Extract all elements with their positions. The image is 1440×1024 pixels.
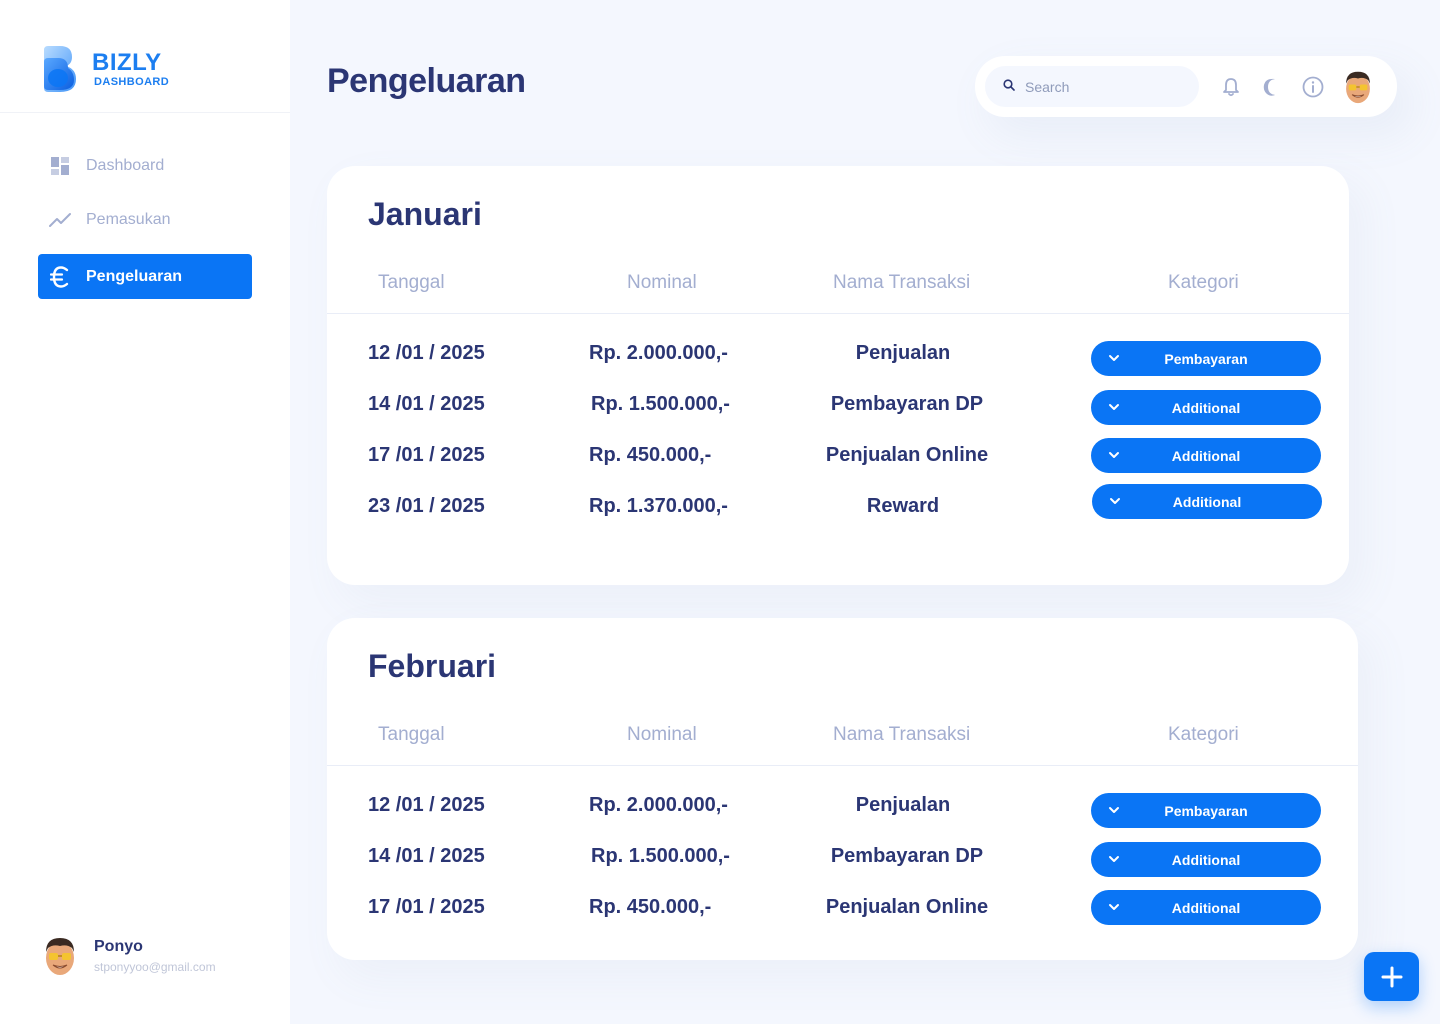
cell-nominal: Rp. 1.500.000,- bbox=[591, 845, 730, 867]
category-dropdown[interactable]: Additional bbox=[1091, 842, 1321, 877]
profile-email: stponyyoo@gmail.com bbox=[94, 960, 216, 974]
plus-icon bbox=[1381, 966, 1402, 987]
cell-date: 17 /01 / 2025 bbox=[368, 444, 485, 466]
search-bar[interactable] bbox=[985, 66, 1199, 107]
category-label: Additional bbox=[1171, 447, 1241, 464]
category-dropdown[interactable]: Additional bbox=[1091, 438, 1321, 473]
table-row: 14 /01 / 2025 Rp. 1.500.000,- Pembayaran… bbox=[327, 390, 1349, 433]
table-row: 14 /01 / 2025 Rp. 1.500.000,- Pembayaran… bbox=[327, 842, 1358, 885]
cell-nominal: Rp. 450.000,- bbox=[589, 896, 712, 918]
brand[interactable]: BIZLY DASHBOARD bbox=[40, 44, 169, 94]
table-row: 23 /01 / 2025 Rp. 1.370.000,- Reward Add… bbox=[327, 484, 1349, 535]
column-header-kategori: Kategori bbox=[1168, 272, 1239, 293]
brand-subtitle: DASHBOARD bbox=[94, 76, 170, 88]
category-label: Additional bbox=[1172, 493, 1242, 510]
category-dropdown[interactable]: Additional bbox=[1091, 890, 1321, 925]
chevron-down-icon bbox=[1109, 404, 1119, 410]
column-header-tanggal: Tanggal bbox=[378, 724, 445, 745]
table-row: 12 /01 / 2025 Rp. 2.000.000,- Penjualan … bbox=[327, 793, 1358, 834]
category-dropdown[interactable]: Additional bbox=[1092, 484, 1322, 519]
cell-nominal: Rp. 450.000,- bbox=[589, 444, 712, 466]
grid-icon bbox=[48, 154, 72, 178]
moon-icon[interactable] bbox=[1260, 75, 1284, 99]
page-title: Pengeluaran bbox=[327, 62, 526, 100]
search-input[interactable] bbox=[1025, 78, 1185, 95]
avatar bbox=[40, 934, 80, 978]
chevron-down-icon bbox=[1109, 856, 1119, 862]
column-header-nama-transaksi: Nama Transaksi bbox=[833, 724, 971, 745]
column-header-kategori: Kategori bbox=[1168, 724, 1239, 745]
cell-nominal: Rp. 2.000.000,- bbox=[589, 794, 728, 816]
chevron-down-icon bbox=[1109, 807, 1119, 813]
sidebar-item-label: Dashboard bbox=[86, 157, 165, 174]
sidebar-item-label: Pengeluaran bbox=[86, 267, 183, 285]
cell-date: 14 /01 / 2025 bbox=[368, 393, 485, 415]
transactions-card-februari: Februari Tanggal Nominal Nama Transaksi … bbox=[327, 618, 1358, 960]
card-title: Februari bbox=[368, 648, 497, 684]
cell-transaction-name: Pembayaran DP bbox=[830, 845, 984, 867]
category-dropdown[interactable]: Pembayaran bbox=[1091, 341, 1321, 376]
cell-date: 12 /01 / 2025 bbox=[368, 794, 485, 816]
euro-icon bbox=[48, 265, 72, 289]
bell-icon[interactable] bbox=[1219, 75, 1243, 99]
chevron-down-icon bbox=[1109, 904, 1119, 910]
sidebar-item-label: Pemasukan bbox=[86, 211, 171, 228]
category-label: Additional bbox=[1171, 899, 1241, 916]
add-transaction-button[interactable] bbox=[1364, 952, 1419, 1001]
cell-transaction-name: Penjualan Online bbox=[825, 444, 989, 466]
sidebar-item-dashboard[interactable]: Dashboard bbox=[38, 146, 252, 186]
category-label: Pembayaran bbox=[1164, 802, 1248, 819]
table-row: 17 /01 / 2025 Rp. 450.000,- Penjualan On… bbox=[327, 890, 1358, 936]
column-header-nominal: Nominal bbox=[627, 724, 697, 745]
sidebar-item-pengeluaran[interactable]: Pengeluaran bbox=[38, 254, 252, 299]
sidebar: BIZLY DASHBOARD Dashboard Pemasukan Peng… bbox=[0, 0, 290, 1024]
cell-transaction-name: Reward bbox=[866, 495, 940, 517]
cell-nominal: Rp. 1.500.000,- bbox=[591, 393, 730, 415]
cell-nominal: Rp. 2.000.000,- bbox=[589, 342, 728, 364]
sidebar-nav: Dashboard Pemasukan Pengeluaran bbox=[38, 146, 252, 313]
cell-transaction-name: Penjualan Online bbox=[825, 896, 989, 918]
cell-date: 23 /01 / 2025 bbox=[368, 495, 485, 517]
cell-transaction-name: Penjualan bbox=[855, 794, 951, 816]
cell-transaction-name: Penjualan bbox=[855, 342, 951, 364]
transactions-card-januari: Januari Tanggal Nominal Nama Transaksi K… bbox=[327, 166, 1349, 585]
cell-date: 17 /01 / 2025 bbox=[368, 896, 485, 918]
cell-transaction-name: Pembayaran DP bbox=[830, 393, 984, 415]
avatar[interactable] bbox=[1341, 68, 1375, 106]
table-row: 17 /01 / 2025 Rp. 450.000,- Penjualan On… bbox=[327, 438, 1349, 484]
info-icon[interactable] bbox=[1301, 75, 1325, 99]
top-toolbar bbox=[975, 56, 1397, 117]
chevron-down-icon bbox=[1109, 452, 1119, 458]
category-dropdown[interactable]: Pembayaran bbox=[1091, 793, 1321, 828]
card-title: Januari bbox=[368, 196, 482, 232]
user-profile[interactable]: Ponyo stponyyoo@gmail.com bbox=[40, 934, 216, 978]
sidebar-item-pemasukan[interactable]: Pemasukan bbox=[38, 200, 252, 240]
cell-nominal: Rp. 1.370.000,- bbox=[589, 495, 728, 517]
column-header-nominal: Nominal bbox=[627, 272, 697, 293]
cell-date: 14 /01 / 2025 bbox=[368, 845, 485, 867]
column-header-nama-transaksi: Nama Transaksi bbox=[833, 272, 971, 293]
category-label: Additional bbox=[1171, 399, 1241, 416]
trend-line-icon bbox=[48, 208, 72, 232]
chevron-down-icon bbox=[1109, 355, 1119, 361]
search-icon bbox=[1003, 78, 1015, 96]
column-header-tanggal: Tanggal bbox=[378, 272, 445, 293]
sidebar-divider bbox=[0, 112, 290, 113]
brand-logo-icon bbox=[40, 44, 78, 94]
profile-name: Ponyo bbox=[94, 938, 143, 955]
brand-name: BIZLY bbox=[92, 49, 162, 76]
category-label: Additional bbox=[1171, 851, 1241, 868]
category-label: Pembayaran bbox=[1164, 350, 1248, 367]
table-row: 12 /01 / 2025 Rp. 2.000.000,- Penjualan … bbox=[327, 341, 1349, 382]
table-header: Tanggal Nominal Nama Transaksi Kategori bbox=[327, 272, 1349, 314]
cell-date: 12 /01 / 2025 bbox=[368, 342, 485, 364]
chevron-down-icon bbox=[1110, 498, 1120, 504]
table-header: Tanggal Nominal Nama Transaksi Kategori bbox=[327, 724, 1358, 766]
category-dropdown[interactable]: Additional bbox=[1091, 390, 1321, 425]
